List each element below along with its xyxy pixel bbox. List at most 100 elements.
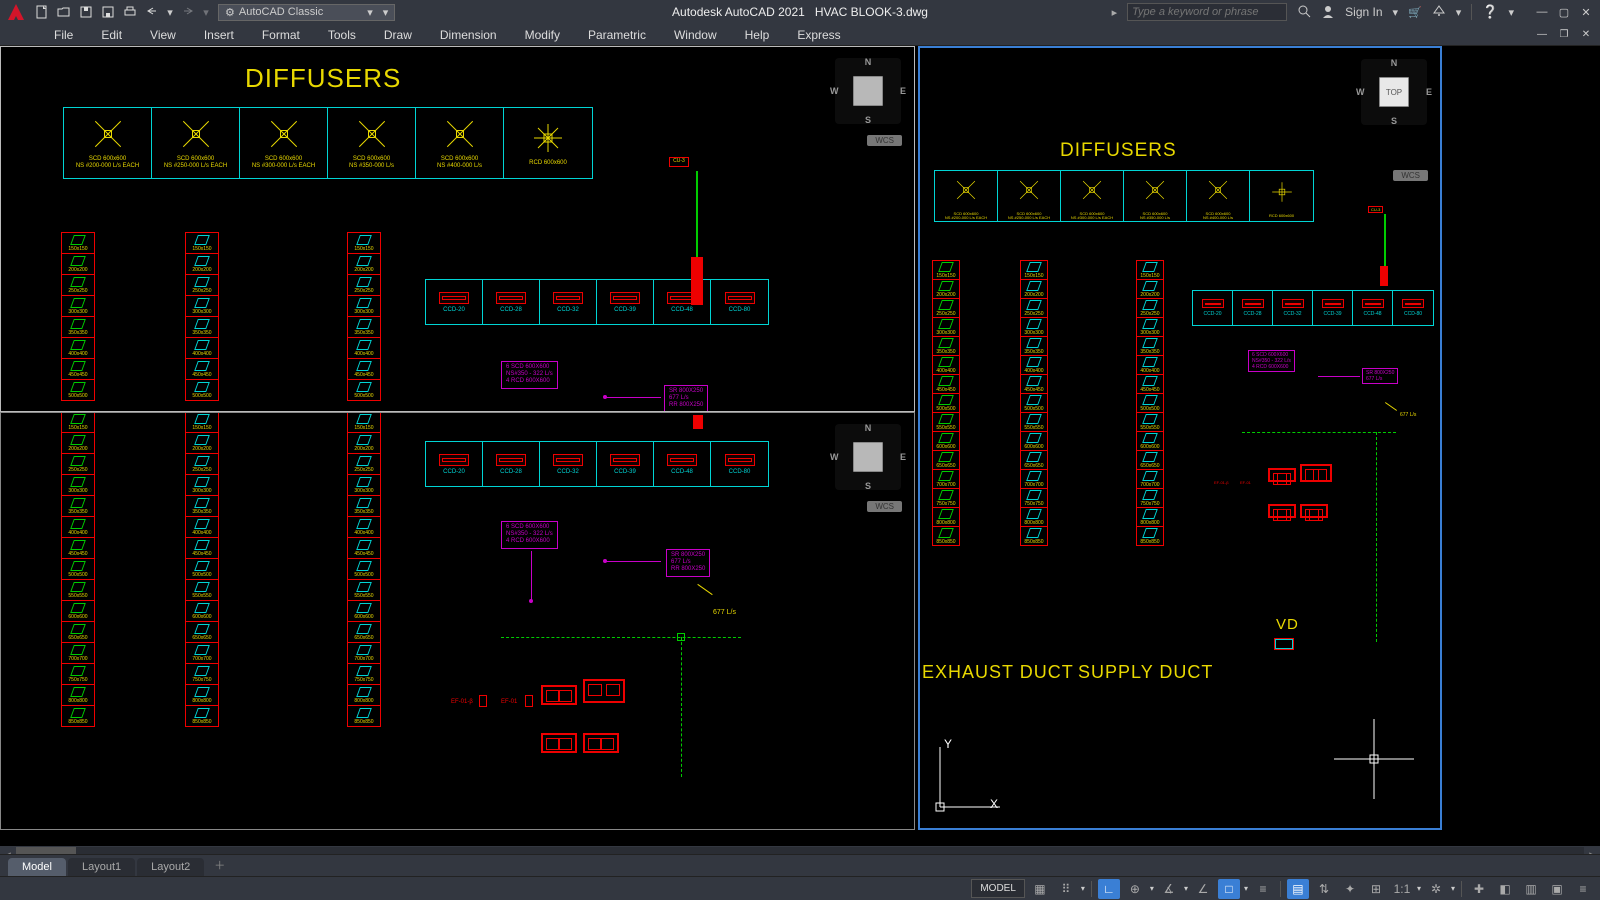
diffuser-cell: SCD 600x600NS #250-000 L/s EACH (152, 108, 240, 178)
menu-tools[interactable]: Tools (314, 25, 370, 45)
lineweight-icon[interactable]: ≡ (1252, 879, 1274, 899)
menu-insert[interactable]: Insert (190, 25, 248, 45)
print-icon[interactable] (122, 4, 138, 20)
workspace-selector[interactable]: ⚙ AutoCAD Classic ▾ ▾ (218, 4, 395, 21)
new-icon[interactable] (34, 4, 50, 20)
gear-icon: ⚙ (225, 6, 235, 19)
duct-column-3b: 150x150200x200250x250300x300350x350400x4… (347, 412, 381, 726)
redo-dropdown-icon[interactable]: ▾ (202, 4, 210, 20)
menu-help[interactable]: Help (731, 25, 784, 45)
menu-format[interactable]: Format (248, 25, 314, 45)
duct-column-r1: 150x150200x200250x250300x300350x350400x4… (932, 260, 960, 545)
user-icon[interactable] (1321, 4, 1335, 21)
maximize-icon[interactable]: ▢ (1554, 4, 1574, 20)
osnap2-icon[interactable]: □ (1218, 879, 1240, 899)
diffuser-cell: SCD 600x600NS #300-000 L/s EACH (240, 108, 328, 178)
wcs-badge[interactable]: WCS (867, 135, 902, 146)
doc-minimize-icon[interactable]: — (1532, 27, 1552, 43)
cycling-icon[interactable]: ⇅ (1313, 879, 1335, 899)
wcs-badge[interactable]: WCS (867, 501, 902, 512)
menu-draw[interactable]: Draw (370, 25, 426, 45)
duct-column-1b: 150x150200x200250x250300x300350x350400x4… (61, 412, 95, 726)
tab-layout2[interactable]: Layout2 (137, 858, 204, 876)
open-icon[interactable] (56, 4, 72, 20)
menu-window[interactable]: Window (660, 25, 731, 45)
cart-icon[interactable]: 🛒 (1408, 6, 1422, 19)
menu-file[interactable]: File (40, 25, 87, 45)
viewport-top-left[interactable]: DIFFUSERS SCD 600x600NS #200-000 L/s EAC… (0, 46, 915, 412)
chevron-down-icon: ▾ (367, 6, 373, 19)
units-icon[interactable]: ▥ (1520, 879, 1542, 899)
help-icon[interactable]: ❔ (1482, 4, 1498, 20)
undo-dropdown-icon[interactable]: ▾ (166, 4, 174, 20)
workspace-switch-icon[interactable]: ✚ (1468, 879, 1490, 899)
viewport-bottom-left[interactable]: 150x150200x200250x250300x300350x350400x4… (0, 412, 915, 830)
gear-icon[interactable]: ✲ (1425, 879, 1447, 899)
search-play-icon[interactable]: ▸ (1112, 6, 1118, 19)
menu-express[interactable]: Express (783, 25, 854, 45)
doc-restore-icon[interactable]: ❐ (1554, 27, 1574, 43)
tab-model[interactable]: Model (8, 858, 66, 876)
vd-label: VD (1276, 616, 1299, 633)
isodraft-icon[interactable]: ∡ (1158, 879, 1180, 899)
transparency-icon[interactable]: ▤ (1287, 879, 1309, 899)
save-icon[interactable] (78, 4, 94, 20)
redo-icon[interactable] (180, 4, 196, 20)
menu-modify[interactable]: Modify (511, 25, 574, 45)
search-icon[interactable] (1297, 4, 1311, 21)
menubar: File Edit View Insert Format Tools Draw … (0, 24, 1600, 46)
crosshair-cursor (1334, 719, 1414, 802)
undo-icon[interactable] (144, 4, 160, 20)
annoscale-label[interactable]: 1:1 (1391, 879, 1413, 899)
quickprops-icon[interactable]: ▣ (1546, 879, 1568, 899)
workspace-menu-icon[interactable]: ▾ (383, 6, 389, 19)
viewcube[interactable]: NSEW (832, 55, 904, 127)
menu-parametric[interactable]: Parametric (574, 25, 660, 45)
saveas-icon[interactable] (100, 4, 116, 20)
viewcube[interactable]: TOPNSEW (1358, 56, 1430, 128)
layout-tabs: Model Layout1 Layout2 ＋ (0, 854, 1600, 876)
ortho-icon[interactable]: ∟ (1098, 879, 1120, 899)
exhaust-duct-label: EXHAUST DUCT (922, 662, 1074, 683)
search-input[interactable] (1127, 3, 1287, 21)
annotation-monitor-icon[interactable]: ◧ (1494, 879, 1516, 899)
snap-icon[interactable]: ⠿ (1055, 879, 1077, 899)
customize-icon[interactable]: ≡ (1572, 879, 1594, 899)
wcs-badge[interactable]: WCS (1393, 170, 1428, 181)
osnap-icon[interactable]: ∠ (1192, 879, 1214, 899)
ccd-table: CCD-20 CCD-28 CCD-32 CCD-39 CCD-48 CCD-8… (425, 441, 769, 487)
add-layout-button[interactable]: ＋ (206, 854, 233, 876)
sign-in-dropdown-icon[interactable]: ▾ (1393, 6, 1399, 19)
menu-edit[interactable]: Edit (87, 25, 136, 45)
duct-column-2: 150x150200x200250x250300x300350x350400x4… (185, 232, 219, 400)
doc-close-icon[interactable]: ✕ (1576, 27, 1596, 43)
sr-annotation: SR 800X250677 L/sRR 800X250 (666, 549, 710, 577)
viewport-right[interactable]: DIFFUSERS SCD 600x600NS #200-000 L/s EAC… (918, 46, 1442, 830)
ef-unit (541, 733, 577, 753)
duct-column-3: 150x150200x200250x250300x300350x350400x4… (347, 232, 381, 400)
sign-in-link[interactable]: Sign In (1345, 5, 1382, 19)
help-dropdown-icon[interactable]: ▾ (1508, 6, 1514, 19)
titlebar: ▾ ▾ ⚙ AutoCAD Classic ▾ ▾ Autodesk AutoC… (0, 0, 1600, 24)
close-icon[interactable]: ✕ (1576, 4, 1596, 20)
3dosnap-icon[interactable]: ✦ (1339, 879, 1361, 899)
diffuser-table: SCD 600x600NS #200-000 L/s EACH SCD 600x… (63, 107, 593, 179)
supply-duct-label: SUPPLY DUCT (1078, 662, 1213, 683)
status-model[interactable]: MODEL (971, 879, 1025, 898)
drawing-area[interactable]: DIFFUSERS SCD 600x600NS #200-000 L/s EAC… (0, 46, 1600, 846)
menu-dimension[interactable]: Dimension (426, 25, 511, 45)
viewcube[interactable]: NSEW (832, 421, 904, 493)
polar-icon[interactable]: ⊕ (1124, 879, 1146, 899)
minimize-icon[interactable]: — (1532, 4, 1552, 20)
ccd-table: CCD-20 CCD-28 CCD-32 CCD-39 CCD-48 CCD-8… (425, 279, 769, 325)
app-switcher-icon[interactable] (1432, 4, 1446, 21)
menu-view[interactable]: View (136, 25, 190, 45)
duct-column-r2: 150x150200x200250x250300x300350x350400x4… (1020, 260, 1048, 545)
tab-layout1[interactable]: Layout1 (68, 858, 135, 876)
dyninput-icon[interactable]: ⊞ (1365, 879, 1387, 899)
sr-annotation: SR 800X250677 L/s (1362, 368, 1398, 384)
grid-icon[interactable]: ▦ (1029, 879, 1051, 899)
diffuser-cell: RCD 600x600 (504, 108, 592, 178)
app-logo[interactable] (4, 0, 28, 24)
app-switcher-dropdown[interactable]: ▾ (1456, 6, 1462, 19)
